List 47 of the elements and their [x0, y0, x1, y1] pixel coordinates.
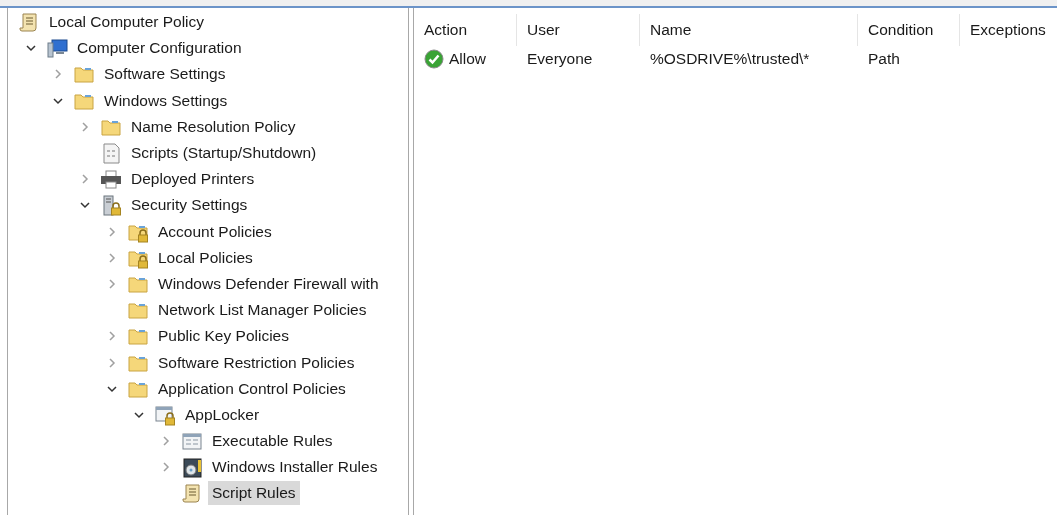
expand-chevron-icon[interactable] [79, 120, 91, 133]
tree-item[interactable]: Security Settings [127, 193, 252, 218]
expand-chevron-icon[interactable] [106, 356, 118, 369]
window-icon [181, 430, 203, 453]
tree-item[interactable]: Windows Installer Rules [208, 455, 382, 480]
tree-item[interactable]: Software Restriction Policies [154, 350, 359, 375]
locked-server-icon [100, 194, 122, 217]
scroll-icon [18, 11, 40, 34]
tree-item[interactable]: Local Computer Policy [45, 10, 209, 35]
expand-chevron-icon[interactable] [106, 330, 118, 343]
expand-chevron-icon[interactable] [106, 251, 118, 264]
column-header[interactable]: Condition [858, 14, 960, 46]
tree-item[interactable]: Public Key Policies [154, 324, 293, 349]
column-header[interactable]: Action [414, 14, 517, 46]
installer-box-icon [181, 456, 203, 479]
scroll-icon [181, 482, 203, 505]
tree-item[interactable]: Computer Configuration [73, 36, 246, 61]
tree-item[interactable]: Network List Manager Policies [154, 298, 371, 323]
script-file-icon [100, 142, 122, 165]
computer-icon [46, 37, 68, 60]
expand-chevron-icon[interactable] [52, 68, 64, 81]
table-cell-text: %OSDRIVE%\trusted\* [649, 49, 811, 70]
locked-window-icon [154, 403, 176, 426]
column-header[interactable]: Exceptions [960, 14, 1057, 46]
tree-item[interactable]: Script Rules [208, 481, 300, 506]
table-cell-text: Path [867, 49, 901, 70]
tree-item[interactable]: Application Control Policies [154, 376, 350, 401]
table-cell-text: Everyone [526, 49, 594, 70]
tree-item[interactable]: Deployed Printers [127, 167, 259, 192]
printer-icon [100, 168, 122, 191]
expand-chevron-icon[interactable] [160, 435, 172, 448]
tree-item[interactable]: Software Settings [100, 62, 230, 87]
tree-item[interactable]: Account Policies [154, 219, 276, 244]
tree-item[interactable]: Scripts (Startup/Shutdown) [127, 141, 321, 166]
table-cell-text: Allow [449, 49, 487, 70]
column-header[interactable]: User [517, 14, 640, 46]
tree-item[interactable]: Executable Rules [208, 429, 337, 454]
tree-item[interactable]: Local Policies [154, 245, 257, 270]
expand-chevron-icon[interactable] [106, 225, 118, 238]
tree-item[interactable]: Name Resolution Policy [127, 114, 300, 139]
expand-chevron-icon[interactable] [106, 277, 118, 290]
expand-chevron-icon[interactable] [79, 173, 91, 186]
tree-item[interactable]: Windows Defender Firewall with [154, 271, 383, 296]
tree-item[interactable]: AppLocker [181, 402, 264, 427]
tree-item[interactable]: Windows Settings [100, 88, 232, 113]
expand-chevron-icon[interactable] [160, 461, 172, 474]
column-header[interactable]: Name [640, 14, 858, 46]
